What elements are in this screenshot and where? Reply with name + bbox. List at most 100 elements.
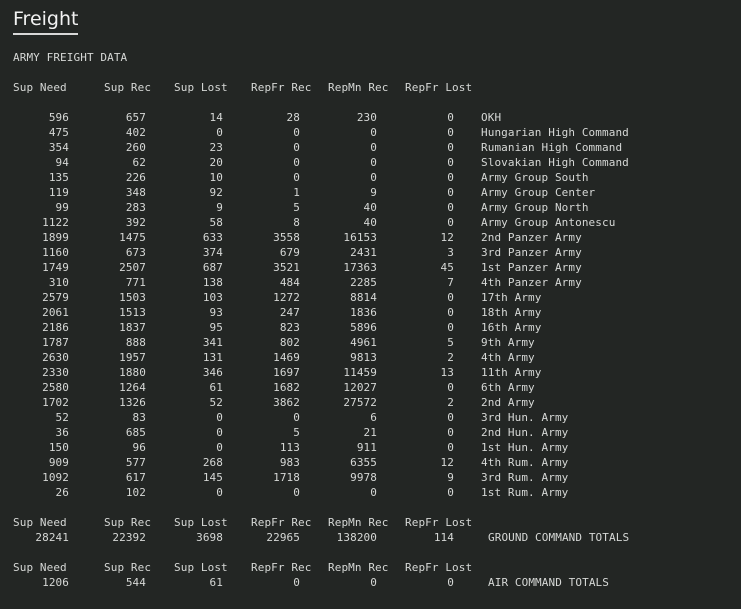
table-cell: 6355 (350, 456, 377, 469)
table-cell: 226 (125, 171, 146, 184)
table-cell: 2579 (42, 291, 69, 304)
column-header-2: Sup Lost (174, 81, 228, 94)
table-cell: 2 (447, 351, 454, 364)
total-cell: 22965 (266, 531, 300, 544)
table-cell: 596 (48, 111, 69, 124)
table-cell: 673 (125, 246, 146, 259)
total-cell: 1206 (42, 576, 69, 589)
table-cell: 0 (447, 141, 454, 154)
column-header-3: RepFr Rec (251, 81, 312, 94)
command-name: 2nd Hun. Army (481, 426, 569, 439)
table-cell: 17363 (343, 261, 377, 274)
table-cell: 0 (447, 156, 454, 169)
command-name: 1st Rum. Army (481, 486, 569, 499)
table-cell: 3521 (273, 261, 300, 274)
command-name: 4th Panzer Army (481, 276, 582, 289)
table-cell: 9 (216, 201, 223, 214)
table-cell: 0 (447, 126, 454, 139)
table-cell: 0 (447, 186, 454, 199)
table-cell: 888 (125, 336, 146, 349)
table-cell: 0 (447, 111, 454, 124)
table-cell: 21 (363, 426, 377, 439)
command-name: 2nd Army (481, 396, 535, 409)
table-cell: 1326 (119, 396, 146, 409)
table-cell: 0 (293, 126, 300, 139)
table-cell: 657 (125, 111, 146, 124)
table-cell: 8814 (350, 291, 377, 304)
table-cell: 135 (48, 171, 69, 184)
table-cell: 1 (293, 186, 300, 199)
table-cell: 354 (48, 141, 69, 154)
table-cell: 12 (440, 231, 454, 244)
ground-header-2: Sup Lost (174, 516, 228, 529)
table-cell: 685 (125, 426, 146, 439)
table-cell: 150 (48, 441, 69, 454)
table-cell: 27572 (343, 396, 377, 409)
column-header-0: Sup Need (13, 81, 67, 94)
total-cell: 61 (209, 576, 223, 589)
table-cell: 23 (209, 141, 223, 154)
command-name: Hungarian High Command (481, 126, 629, 139)
table-cell: 102 (125, 486, 146, 499)
table-cell: 5 (293, 426, 300, 439)
table-cell: 402 (125, 126, 146, 139)
table-cell: 0 (447, 201, 454, 214)
command-name: 16th Army (481, 321, 542, 334)
total-cell: 3698 (196, 531, 223, 544)
table-cell: 99 (55, 201, 69, 214)
ground-header-3: RepFr Rec (251, 516, 312, 529)
command-name: 17th Army (481, 291, 542, 304)
table-cell: 0 (293, 141, 300, 154)
table-cell: 0 (447, 381, 454, 394)
table-cell: 0 (447, 411, 454, 424)
table-cell: 14 (209, 111, 223, 124)
table-cell: 341 (202, 336, 223, 349)
table-cell: 9978 (350, 471, 377, 484)
totals-label: AIR COMMAND TOTALS (488, 576, 610, 589)
command-name: Army Group South (481, 171, 589, 184)
command-name: 1st Panzer Army (481, 261, 582, 274)
table-cell: 771 (125, 276, 146, 289)
table-cell: 52 (209, 396, 223, 409)
table-cell: 230 (356, 111, 377, 124)
table-cell: 40 (363, 216, 377, 229)
command-name: 2nd Panzer Army (481, 231, 582, 244)
column-header-4: RepMn Rec (328, 81, 389, 94)
air-header-4: RepMn Rec (328, 561, 389, 574)
table-cell: 1697 (273, 366, 300, 379)
table-cell: 0 (216, 486, 223, 499)
air-header-1: Sup Rec (104, 561, 152, 574)
table-cell: 260 (125, 141, 146, 154)
total-cell: 28241 (35, 531, 69, 544)
table-cell: 1503 (119, 291, 146, 304)
table-cell: 95 (209, 321, 223, 334)
air-header-3: RepFr Rec (251, 561, 312, 574)
command-name: 18th Army (481, 306, 542, 319)
table-cell: 2630 (42, 351, 69, 364)
table-cell: 1122 (42, 216, 69, 229)
table-cell: 5 (293, 201, 300, 214)
table-cell: 0 (216, 441, 223, 454)
table-cell: 1880 (119, 366, 146, 379)
table-cell: 3558 (273, 231, 300, 244)
table-cell: 45 (440, 261, 454, 274)
table-cell: 577 (125, 456, 146, 469)
command-name: Army Group Center (481, 186, 596, 199)
total-cell: 0 (447, 576, 454, 589)
command-name: 4th Rum. Army (481, 456, 569, 469)
command-name: 1st Hun. Army (481, 441, 569, 454)
table-cell: 909 (48, 456, 69, 469)
table-cell: 0 (370, 156, 377, 169)
table-cell: 12027 (343, 381, 377, 394)
table-cell: 103 (202, 291, 223, 304)
table-cell: 1469 (273, 351, 300, 364)
table-cell: 1272 (273, 291, 300, 304)
table-cell: 83 (132, 411, 146, 424)
table-cell: 1682 (273, 381, 300, 394)
table-cell: 93 (209, 306, 223, 319)
table-cell: 2580 (42, 381, 69, 394)
table-cell: 2507 (119, 261, 146, 274)
table-cell: 8 (293, 216, 300, 229)
table-cell: 310 (48, 276, 69, 289)
table-cell: 40 (363, 201, 377, 214)
